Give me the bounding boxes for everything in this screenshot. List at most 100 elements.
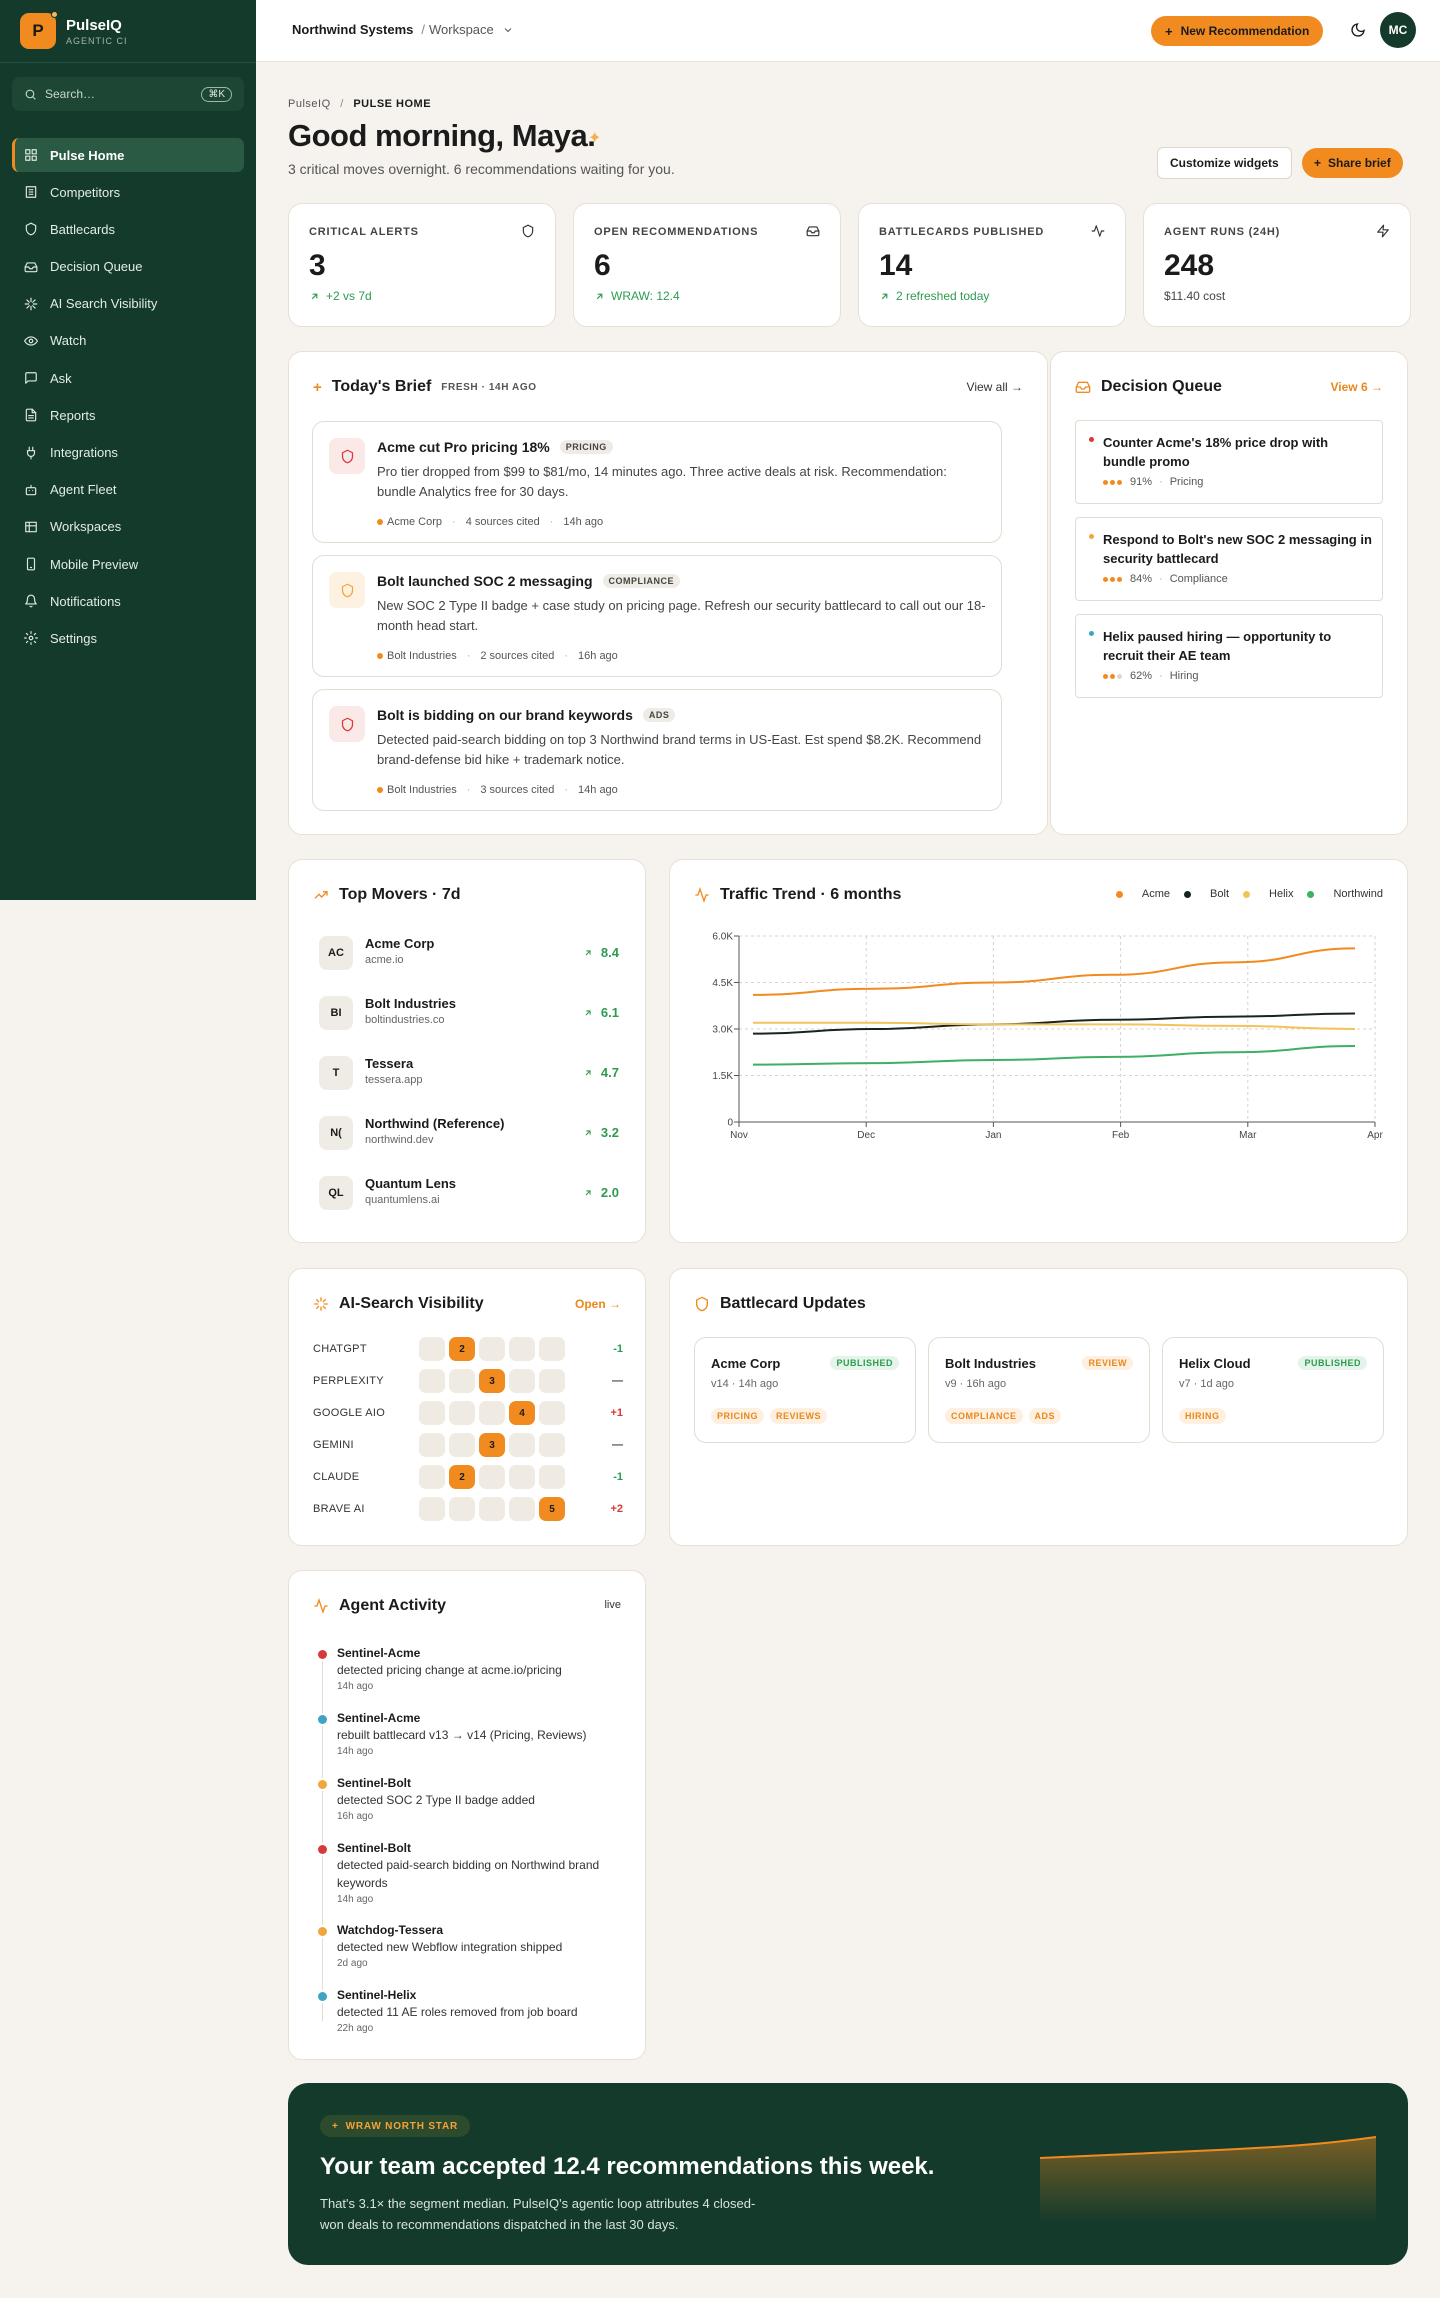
activity-item[interactable]: Sentinel-Acme detected pricing change at … [318,1646,627,1692]
stat-card[interactable]: OPEN RECOMMENDATIONS 6 WRAW: 12.4 [573,203,841,327]
bell-icon [25,594,37,608]
breadcrumb-current: PULSE HOME [353,98,432,110]
brief-sources[interactable]: 4 sources cited [466,516,540,528]
queue-item[interactable]: Counter Acme's 18% price drop with bundl… [1075,420,1383,504]
avatar[interactable]: MC [1380,12,1416,48]
stat-icon-wrap [1376,224,1390,238]
mover-score: 8.4 [583,945,619,960]
tag-pill: ADS [1028,1408,1062,1424]
battlecard-tile[interactable]: Helix Cloud PUBLISHED v7 · 1d ago HIRING [1162,1337,1384,1443]
moon-icon[interactable] [1350,22,1366,38]
mover-score: 3.2 [583,1125,619,1140]
timeline-line [322,1649,323,2021]
view-all-link[interactable]: View all → [967,380,1023,394]
search-input[interactable]: Search… ⌘K [12,77,244,111]
brand[interactable]: P PulseIQ AGENTIC CI [20,11,128,49]
open-visibility-link[interactable]: Open → [575,1297,621,1311]
brief-item[interactable]: Bolt is bidding on our brand keywords ADS… [312,689,1002,811]
sidebar-item-competitors[interactable]: Competitors [12,175,244,209]
sidebar-item-workspaces[interactable]: Workspaces [12,510,244,544]
org-separator: / [421,22,425,37]
north-star-label: WRAW NORTH STAR [345,2120,458,2132]
brief-item[interactable]: Acme cut Pro pricing 18% PRICING Pro tier … [312,421,1002,543]
mover-row[interactable]: AC Acme Corp acme.io 8.4 [319,932,619,976]
activity-dot [318,1992,327,2001]
mover-row[interactable]: BI Bolt Industries boltindustries.co 6.1 [319,992,619,1036]
battlecard-tile[interactable]: Bolt Industries REVIEW v9 · 16h ago COMPLIA… [928,1337,1150,1443]
top-movers-header: Top Movers · 7d [313,886,461,904]
stat-label: AGENT RUNS (24H) [1164,226,1281,238]
alert-icon-wrap [329,706,365,742]
queue-item-title: Respond to Bolt's new SOC 2 messaging in… [1103,532,1372,566]
activity-item[interactable]: Watchdog-Tessera detected new Webflow int… [318,1923,627,1969]
share-brief-button[interactable]: + Share brief [1302,148,1403,178]
visibility-row[interactable]: BRAVE AI 5 +2 [313,1495,623,1523]
visibility-row[interactable]: GEMINI 3 — [313,1431,623,1459]
sidebar-item-settings[interactable]: Settings [12,621,244,655]
meta-separator: · [549,516,554,528]
category-pill: COMPLIANCE [602,574,680,588]
brief-company[interactable]: Acme Corp [387,516,442,528]
visibility-row[interactable]: CLAUDE 2 -1 [313,1463,623,1491]
sidebar-item-decision-queue[interactable]: Decision Queue [12,250,244,284]
sidebar-item-integrations[interactable]: Integrations [12,436,244,470]
visibility-row[interactable]: GOOGLE AIO 4 +1 [313,1399,623,1427]
activity-item[interactable]: Sentinel-Bolt detected SOC 2 Type II badg… [318,1776,627,1822]
sidebar-item-mobile-preview[interactable]: Mobile Preview [12,547,244,581]
stat-card[interactable]: BATTLECARDS PUBLISHED 14 2 refreshed today [858,203,1126,327]
brief-item[interactable]: Bolt launched SOC 2 messaging COMPLIANCE N… [312,555,1002,677]
brief-sources[interactable]: 3 sources cited [480,784,554,796]
status-badge: REVIEW [1082,1356,1133,1370]
mover-row[interactable]: QL Quantum Lens quantumlens.ai 2.0 [319,1172,619,1216]
brand-tagline: AGENTIC CI [66,35,128,46]
mover-row[interactable]: N(Northwind (Reference) northwind.dev 3.2 [319,1112,619,1156]
view-queue-link[interactable]: View 6 → [1331,380,1383,394]
decision-queue-header: Decision Queue [1075,378,1222,396]
workspace-switcher[interactable]: Northwind Systems / Workspace [292,22,514,37]
queue-item[interactable]: Respond to Bolt's new SOC 2 messaging in… [1075,517,1383,601]
sidebar-item-pulse-home[interactable]: Pulse Home [12,138,244,172]
mover-row[interactable]: T Tessera tessera.app 4.7 [319,1052,619,1096]
tag-pill: REVIEWS [770,1408,828,1424]
rank-cell [479,1465,505,1489]
trend-up-icon [314,891,328,899]
stat-subtext: 2 refreshed today [879,289,989,303]
activity-item[interactable]: Sentinel-Acme rebuilt battlecard v13 → v1… [318,1711,627,1757]
activity-item[interactable]: Sentinel-Bolt detected paid-search biddin… [318,1841,627,1905]
series-line-northwind[interactable] [752,1045,1356,1066]
activity-dot [318,1780,327,1789]
activity-item[interactable]: Sentinel-Helix detected 11 AE roles remov… [318,1988,627,2034]
sidebar-item-watch[interactable]: Watch [12,324,244,358]
agent-name: Sentinel-Acme [337,1646,421,1660]
stat-card[interactable]: AGENT RUNS (24H) 248 $11.40 cost [1143,203,1411,327]
brief-time: 16h ago [578,650,618,662]
visibility-row[interactable]: PERPLEXITY 3 — [313,1367,623,1395]
grid-icon [25,149,37,161]
rank-cell [509,1369,535,1393]
series-line-helix[interactable] [752,1021,1356,1030]
new-recommendation-button[interactable]: + New Recommendation [1151,16,1324,46]
customize-widgets-button[interactable]: Customize widgets [1157,147,1292,179]
breadcrumb-root[interactable]: PulseIQ [288,98,331,110]
y-tick-label: 0 [727,1118,733,1129]
sidebar-item-ai-search-visibility[interactable]: AI Search Visibility [12,287,244,321]
stat-subtext: +2 vs 7d [309,289,372,303]
queue-item[interactable]: Helix paused hiring — opportunity to rec… [1075,614,1383,698]
sidebar-item-notifications[interactable]: Notifications [12,584,244,618]
chevron-down-icon [504,27,512,32]
battlecard-tile[interactable]: Acme Corp PUBLISHED v14 · 14h ago PRICING RE… [694,1337,916,1443]
rank-cell [419,1369,445,1393]
sidebar-item-agent-fleet[interactable]: Agent Fleet [12,473,244,507]
meta-separator: · [564,784,569,796]
brief-company[interactable]: Bolt Industries [387,784,457,796]
stat-card[interactable]: CRITICAL ALERTS 3 +2 vs 7d [288,203,556,327]
brief-company[interactable]: Bolt Industries [387,650,457,662]
brief-sources[interactable]: 2 sources cited [480,650,554,662]
rank-cell [419,1433,445,1457]
sidebar-item-battlecards[interactable]: Battlecards [12,212,244,246]
north-star-sparkline [1039,2136,1377,2223]
sidebar-item-ask[interactable]: Ask [12,361,244,395]
sidebar-item-reports[interactable]: Reports [12,398,244,432]
series-line-acme[interactable] [752,947,1356,996]
visibility-row[interactable]: CHATGPT 2 -1 [313,1335,623,1363]
